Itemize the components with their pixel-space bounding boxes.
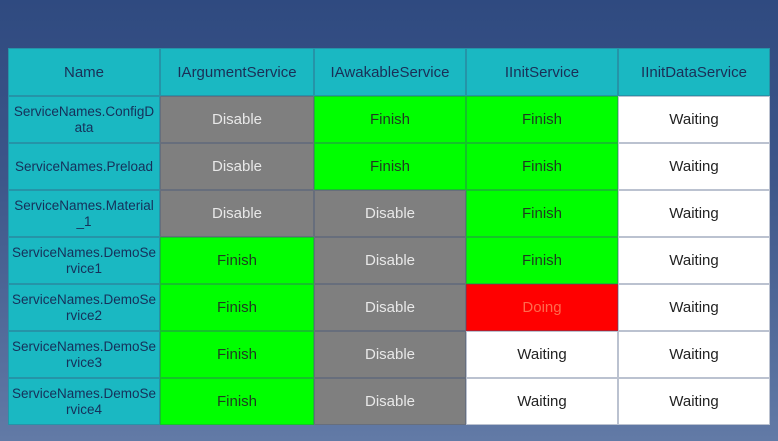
row-name-demoservice3: ServiceNames.DemoService3: [8, 331, 160, 378]
status-cell: Finish: [466, 96, 618, 143]
column-header-iinitdataservice: IInitDataService: [618, 48, 770, 96]
status-cell: Disable: [314, 331, 466, 378]
row-name-material-1: ServiceNames.Material_1: [8, 190, 160, 237]
column-header-iinitservice: IInitService: [466, 48, 618, 96]
status-cell: Waiting: [618, 237, 770, 284]
column-header-name: Name: [8, 48, 160, 96]
status-cell: Finish: [466, 190, 618, 237]
status-cell: Waiting: [618, 331, 770, 378]
status-cell: Disable: [160, 190, 314, 237]
column-header-iawakableservice: IAwakableService: [314, 48, 466, 96]
status-cell: Waiting: [618, 96, 770, 143]
service-status-table: Name IArgumentService IAwakableService I…: [8, 48, 770, 425]
status-cell: Finish: [160, 378, 314, 425]
status-cell: Disable: [314, 190, 466, 237]
status-cell: Waiting: [618, 190, 770, 237]
status-cell: Doing: [466, 284, 618, 331]
status-cell: Finish: [466, 237, 618, 284]
status-cell: Finish: [160, 284, 314, 331]
row-name-demoservice4: ServiceNames.DemoService4: [8, 378, 160, 425]
status-cell: Finish: [160, 237, 314, 284]
status-cell: Waiting: [618, 378, 770, 425]
status-cell: Waiting: [466, 378, 618, 425]
row-name-demoservice1: ServiceNames.DemoService1: [8, 237, 160, 284]
status-cell: Finish: [314, 143, 466, 190]
status-cell: Finish: [160, 331, 314, 378]
status-cell: Finish: [466, 143, 618, 190]
status-cell: Disable: [160, 96, 314, 143]
status-cell: Waiting: [618, 143, 770, 190]
status-cell: Disable: [160, 143, 314, 190]
column-header-iargumentservice: IArgumentService: [160, 48, 314, 96]
status-cell: Finish: [314, 96, 466, 143]
status-cell: Disable: [314, 237, 466, 284]
status-cell: Disable: [314, 284, 466, 331]
row-name-preload: ServiceNames.Preload: [8, 143, 160, 190]
row-name-configdata: ServiceNames.ConfigData: [8, 96, 160, 143]
status-cell: Disable: [314, 378, 466, 425]
status-cell: Waiting: [618, 284, 770, 331]
row-name-demoservice2: ServiceNames.DemoService2: [8, 284, 160, 331]
service-status-window: Name IArgumentService IAwakableService I…: [0, 0, 778, 441]
status-cell: Waiting: [466, 331, 618, 378]
